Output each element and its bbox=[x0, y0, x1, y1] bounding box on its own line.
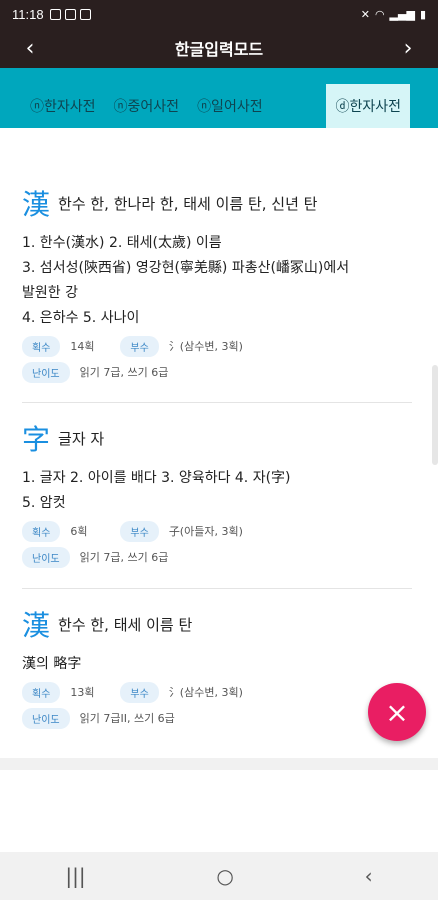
level-value: 읽기 7급II, 쓰기 6급 bbox=[79, 712, 175, 725]
entry-definitions: 1. 한수(漢水) 2. 태세(太歲) 이름 3. 섬서성(陝西省) 영강현(寧… bbox=[22, 231, 412, 331]
level-badge: 난이도 bbox=[22, 546, 70, 568]
divider bbox=[22, 588, 412, 589]
recents-icon[interactable]: ||| bbox=[65, 864, 85, 888]
scroll-handle[interactable] bbox=[432, 365, 438, 465]
definition-line: 5. 암컷 bbox=[22, 495, 66, 511]
close-fab-button[interactable]: × bbox=[368, 683, 426, 741]
list-item[interactable]: 漢 한수 한, 한나라 한, 태세 이름 탄, 신년 탄 1. 한수(漢水) 2… bbox=[22, 183, 412, 385]
tab-naver-chinese[interactable]: ⓝ중어사전 bbox=[108, 84, 186, 128]
entry-definitions: 1. 글자 2. 아이를 배다 3. 양육하다 4. 자(字) 5. 암컷 bbox=[22, 466, 412, 516]
app-bar: ‹ 한글입력모드 › bbox=[0, 28, 438, 68]
tab-daum-hanja[interactable]: ⓓ한자사전 bbox=[326, 84, 410, 128]
entry-meta-row: 획수 6획 부수 子(아들자, 3획) bbox=[22, 518, 412, 544]
forward-arrow-icon[interactable]: › bbox=[388, 28, 428, 68]
entry-level-row: 난이도 읽기 7급, 쓰기 6급 bbox=[22, 359, 412, 385]
definition-line: 1. 한수(漢水) 2. 태세(太歲) 이름 bbox=[22, 235, 222, 251]
image-icon bbox=[49, 8, 61, 20]
mail-icon bbox=[64, 8, 76, 20]
tab-naver-japanese[interactable]: ⓝ일어사전 bbox=[191, 84, 269, 128]
divider bbox=[0, 758, 438, 770]
entry-meaning: 한수 한, 한나라 한, 태세 이름 탄, 신년 탄 bbox=[58, 194, 318, 213]
app-icon bbox=[79, 8, 91, 20]
radical-badge: 부수 bbox=[120, 520, 159, 542]
definition-line: 발원한 강 bbox=[22, 285, 78, 301]
divider bbox=[22, 402, 412, 403]
definition-line: 3. 섬서성(陝西省) 영강현(寧羌縣) 파총산(嶓冢山)에서 bbox=[22, 260, 350, 276]
wifi-icon: ◠ bbox=[374, 7, 385, 21]
radical-value: 子(아들자, 3획) bbox=[168, 525, 243, 538]
hanja-character: 漢 bbox=[22, 188, 51, 221]
back-icon[interactable]: ‹ bbox=[365, 864, 373, 888]
stroke-count: 14획 bbox=[70, 340, 95, 353]
entry-level-row: 난이도 읽기 7급II, 쓰기 6급 bbox=[22, 705, 412, 731]
level-badge: 난이도 bbox=[22, 707, 70, 729]
list-item[interactable]: 字 글자 자 1. 글자 2. 아이를 배다 3. 양육하다 4. 자(字) 5… bbox=[22, 418, 412, 570]
definition-line: 漢의 略字 bbox=[22, 656, 82, 672]
stroke-count: 6획 bbox=[70, 525, 88, 538]
entry-meaning: 글자 자 bbox=[58, 429, 105, 448]
hanja-character: 字 bbox=[22, 423, 51, 456]
battery-icon: ▮ bbox=[419, 7, 426, 21]
entry-meta-row: 획수 13획 부수 氵(삼수변, 3획) bbox=[22, 679, 412, 705]
radical-value: 氵(삼수변, 3획) bbox=[168, 686, 243, 699]
entry-header: 漢 한수 한, 한나라 한, 태세 이름 탄, 신년 탄 bbox=[22, 183, 412, 223]
entry-meta-row: 획수 14획 부수 氵(삼수변, 3획) bbox=[22, 333, 412, 359]
page-title: 한글입력모드 bbox=[174, 40, 264, 59]
entry-level-row: 난이도 읽기 7급, 쓰기 6급 bbox=[22, 544, 412, 570]
status-time: 11:18 bbox=[12, 6, 44, 22]
results-list: 漢 한수 한, 한나라 한, 태세 이름 탄, 신년 탄 1. 한수(漢水) 2… bbox=[0, 128, 438, 768]
close-icon: × bbox=[385, 695, 409, 729]
entry-header: 字 글자 자 bbox=[22, 418, 412, 458]
notification-icons bbox=[49, 8, 91, 20]
system-nav-bar: ||| ○ ‹ bbox=[0, 852, 438, 900]
system-icons: ✕ ◠ ▂▄▆ ▮ bbox=[361, 8, 426, 21]
tab-naver-hanja[interactable]: ⓝ한자사전 bbox=[24, 84, 102, 128]
entry-definitions: 漢의 略字 bbox=[22, 652, 412, 677]
level-value: 읽기 7급, 쓰기 6급 bbox=[79, 366, 169, 379]
level-value: 읽기 7급, 쓰기 6급 bbox=[79, 551, 169, 564]
status-bar: 11:18 ✕ ◠ ▂▄▆ ▮ bbox=[0, 0, 438, 28]
home-icon[interactable]: ○ bbox=[216, 864, 233, 888]
radical-value: 氵(삼수변, 3획) bbox=[168, 340, 243, 353]
signal-icon: ▂▄▆ bbox=[389, 7, 415, 21]
back-arrow-icon[interactable]: ‹ bbox=[10, 28, 50, 68]
hanja-character: 漢 bbox=[22, 609, 51, 642]
entry-header: 漢 한수 한, 태세 이름 탄 bbox=[22, 604, 412, 644]
definition-line: 4. 은하수 5. 사나이 bbox=[22, 310, 140, 326]
stroke-badge: 획수 bbox=[22, 520, 61, 542]
radical-badge: 부수 bbox=[120, 335, 159, 357]
stroke-badge: 획수 bbox=[22, 335, 61, 357]
dictionary-tabs: ⓝ한자사전 ⓝ중어사전 ⓝ일어사전 ⓓ한자사전 bbox=[0, 68, 438, 128]
definition-line: 1. 글자 2. 아이를 배다 3. 양육하다 4. 자(字) bbox=[22, 470, 291, 486]
mute-icon: ✕ bbox=[360, 7, 370, 21]
radical-badge: 부수 bbox=[120, 681, 159, 703]
entry-meaning: 한수 한, 태세 이름 탄 bbox=[58, 615, 193, 634]
stroke-count: 13획 bbox=[70, 686, 95, 699]
level-badge: 난이도 bbox=[22, 361, 70, 383]
stroke-badge: 획수 bbox=[22, 681, 61, 703]
list-item[interactable]: 漢 한수 한, 태세 이름 탄 漢의 略字 획수 13획 부수 氵(삼수변, 3… bbox=[22, 604, 412, 731]
